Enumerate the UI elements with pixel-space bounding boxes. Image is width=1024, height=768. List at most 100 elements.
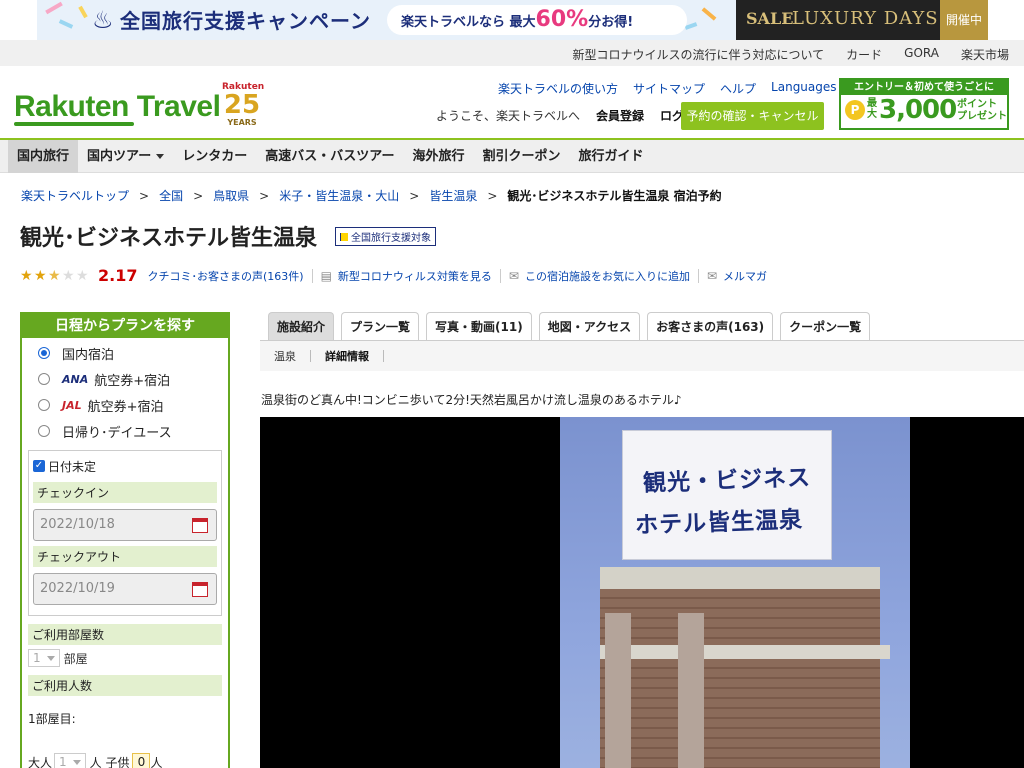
radio-button[interactable] [38, 347, 50, 359]
radio-ana-package[interactable]: ANA 航空券+宿泊 [38, 366, 228, 392]
child-input[interactable]: 0 [132, 753, 151, 768]
reservation-check-button[interactable]: 予約の確認・キャンセル [681, 102, 824, 130]
campaign-banner[interactable]: ♨ 全国旅行支援キャンペーン 楽天トラベルなら 最大60%分お得! [37, 0, 737, 40]
ana-logo: ANA [62, 372, 89, 386]
anniv-years: YEARS [227, 118, 257, 127]
star-full-icon: ★ [20, 267, 33, 284]
nav-rental-car[interactable]: レンタカー [173, 140, 256, 173]
travel-support-badge: 全国旅行支援対象 [335, 227, 436, 246]
building-canopy [600, 645, 890, 659]
hotel-photo-viewer[interactable]: 観光・ビジネス ホテル皆生温泉 [260, 417, 1024, 768]
date-box: ✓ 日付未定 チェックイン 2022/10/18 チェックアウト 2022/10/… [28, 450, 222, 616]
add-favorite-link[interactable]: この宿泊施設をお気に入りに追加 [525, 268, 690, 284]
nav-domestic-travel[interactable]: 国内旅行 [8, 140, 79, 173]
tab-map-access[interactable]: 地図・アクセス [538, 312, 641, 340]
help-link[interactable]: ヘルプ [720, 80, 756, 97]
nav-travel-guide[interactable]: 旅行ガイド [570, 140, 653, 173]
luxury-days-banner[interactable]: SALE LUXURY DAYS 開催中 [736, 0, 988, 40]
building-facade [600, 589, 880, 768]
tab-coupons[interactable]: クーポン一覧 [780, 312, 871, 340]
rooms-row: 1 部屋 [28, 649, 222, 667]
card-link[interactable]: カード [846, 46, 882, 63]
tab-plans[interactable]: プラン一覧 [341, 312, 420, 340]
breadcrumb-top[interactable]: 楽天トラベルトップ [21, 187, 129, 204]
sitemap-link[interactable]: サイトマップ [633, 80, 705, 97]
flag-icon [340, 233, 348, 241]
sub-tabs: 温泉 詳細情報 [260, 341, 1024, 371]
gora-link[interactable]: GORA [904, 46, 939, 63]
jal-logo: JAL [62, 398, 82, 412]
radio-button[interactable] [38, 399, 50, 411]
register-link[interactable]: 会員登録 [596, 107, 644, 124]
luxury-days-label: LUXURY DAYS [792, 8, 939, 29]
chevron-down-icon [46, 655, 55, 661]
tab-reviews[interactable]: お客さまの声(163) [647, 312, 774, 340]
promo-max-label: 最大 [867, 98, 877, 120]
covid-measures-link[interactable]: 新型コロナウィルス対策を見る [338, 268, 492, 284]
checkout-field[interactable]: 2022/10/19 [33, 573, 217, 605]
campaign-offer: 楽天トラベルなら 最大60%分お得! [387, 5, 687, 35]
adult-select[interactable]: 1 [54, 753, 86, 768]
confetti-decoration [701, 7, 717, 21]
radio-domestic-stay[interactable]: 国内宿泊 [38, 340, 228, 366]
subtab-details[interactable]: 詳細情報 [311, 348, 383, 364]
chevron-down-icon [72, 759, 81, 765]
calendar-icon[interactable] [192, 518, 208, 533]
rooms-value: 1 [33, 651, 41, 665]
anniversary-logo: Rakuten 25 YEARS [222, 82, 264, 130]
nav-domestic-tour[interactable]: 国内ツアー [78, 140, 173, 173]
global-nav: 国内旅行 国内ツアー レンタカー 高速バス・バスツアー 海外旅行 割引クーポン … [0, 140, 1024, 173]
site-logo[interactable]: Rakuten Travel [14, 90, 221, 124]
campaign-title: 全国旅行支援キャンペーン [120, 9, 371, 33]
how-to-use-link[interactable]: 楽天トラベルの使い方 [498, 80, 618, 97]
child-unit: 人 [150, 755, 163, 768]
anniv-number: 25 [223, 90, 261, 120]
radio-label: 航空券+宿泊 [94, 373, 171, 389]
radio-button[interactable] [38, 373, 50, 385]
breadcrumb-separator: > [139, 188, 150, 203]
breadcrumb-nationwide[interactable]: 全国 [159, 187, 183, 204]
breadcrumb-area[interactable]: 米子・皆生温泉・大山 [279, 187, 399, 204]
nav-highway-bus[interactable]: 高速バス・バスツアー [256, 140, 403, 173]
promo-points-label: ポイント プレゼント [957, 99, 1007, 123]
rooms-select[interactable]: 1 [28, 649, 60, 667]
breadcrumb-separator: > [409, 188, 420, 203]
campaign-prefix: 楽天トラベルなら 最大 [401, 15, 536, 30]
hotel-tagline: 温泉街のど真ん中!コンビニ歩いて2分!天然岩風呂かけ流し温泉のあるホテル♪ [261, 393, 682, 407]
tab-photos[interactable]: 写真・動画(11) [426, 312, 532, 340]
building-roof [600, 567, 880, 589]
date-undecided-checkbox[interactable]: ✓ 日付未定 [33, 455, 217, 477]
rating-score: 2.17 [98, 266, 138, 285]
luxury-status-badge: 開催中 [940, 0, 988, 40]
tab-facility-info[interactable]: 施設紹介 [268, 312, 335, 340]
sign-line-2: ホテル皆生温泉 [634, 507, 804, 539]
star-rating: ★ ★ ★ ★ ★ [20, 269, 90, 283]
checkin-field[interactable]: 2022/10/18 [33, 509, 217, 541]
confetti-decoration [45, 1, 63, 15]
languages-label: Languages [771, 80, 837, 94]
building-pillar [605, 613, 631, 768]
header-nav: 楽天トラベルの使い方 サイトマップ ヘルプ Languages [498, 80, 849, 97]
promo-present: プレゼント [957, 111, 1007, 122]
languages-dropdown[interactable]: Languages [771, 80, 849, 97]
reviews-link[interactable]: クチコミ･お客さまの声(163件) [147, 268, 303, 284]
breadcrumb-separator: > [487, 188, 498, 203]
covid-info-link[interactable]: 新型コロナウイルスの流行に伴う対応について [573, 46, 825, 63]
points-promo-banner[interactable]: エントリー＆初めて使うごとに P 最大 3,000 ポイント プレゼント [839, 78, 1009, 130]
divider [383, 350, 384, 362]
star-half-icon: ★ [48, 267, 61, 284]
breadcrumb-tottori[interactable]: 鳥取県 [213, 187, 249, 204]
rooms-unit: 部屋 [63, 651, 88, 666]
breadcrumb-kaike-onsen[interactable]: 皆生温泉 [429, 187, 477, 204]
nav-coupons[interactable]: 割引クーポン [474, 140, 570, 173]
rakuten-ichiba-link[interactable]: 楽天市場 [961, 46, 1009, 63]
nav-overseas-travel[interactable]: 海外旅行 [404, 140, 474, 173]
subtab-onsen[interactable]: 温泉 [260, 348, 310, 364]
star-empty-icon: ★ [62, 267, 75, 284]
radio-button[interactable] [38, 425, 50, 437]
mailmag-link[interactable]: メルマガ [723, 268, 767, 284]
calendar-icon[interactable] [192, 582, 208, 597]
checkbox-checked-icon[interactable]: ✓ [33, 460, 45, 472]
radio-jal-package[interactable]: JAL 航空券+宿泊 [38, 392, 228, 418]
radio-day-use[interactable]: 日帰り･デイユース [38, 418, 228, 444]
